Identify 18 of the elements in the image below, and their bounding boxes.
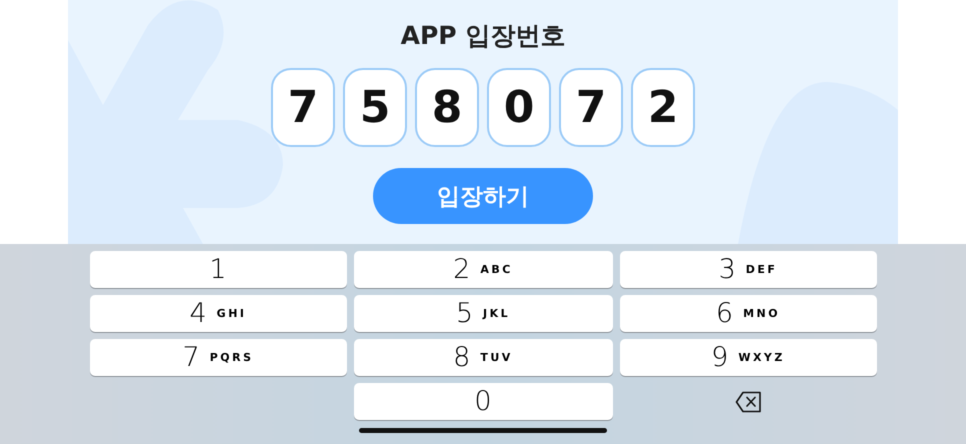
- keypad-key[interactable]: 0: [354, 383, 612, 420]
- code-digit-field[interactable]: 7: [559, 68, 623, 147]
- code-digit-field[interactable]: 5: [343, 68, 407, 147]
- keypad-key[interactable]: 4 GHI: [90, 295, 346, 332]
- backspace-icon[interactable]: [734, 390, 762, 412]
- code-digit-field[interactable]: 8: [415, 68, 479, 147]
- keypad-key[interactable]: 7 PQRS: [90, 339, 346, 376]
- code-digit-field[interactable]: 7: [271, 68, 335, 147]
- keypad-key[interactable]: 2 ABC: [354, 251, 612, 288]
- keypad-key[interactable]: 8 TUV: [354, 339, 612, 376]
- code-digit-field[interactable]: 0: [487, 68, 551, 147]
- keypad-key[interactable]: 9 WXYZ: [620, 339, 876, 376]
- page-title: APP 입장번호: [400, 20, 566, 52]
- code-digit-field[interactable]: 2: [631, 68, 695, 147]
- keypad-key[interactable]: 3 DEF: [620, 251, 876, 288]
- keypad-key[interactable]: 5 JKL: [354, 295, 612, 332]
- keypad-key[interactable]: 1: [90, 251, 346, 288]
- keypad-key[interactable]: 6 MNO: [620, 295, 876, 332]
